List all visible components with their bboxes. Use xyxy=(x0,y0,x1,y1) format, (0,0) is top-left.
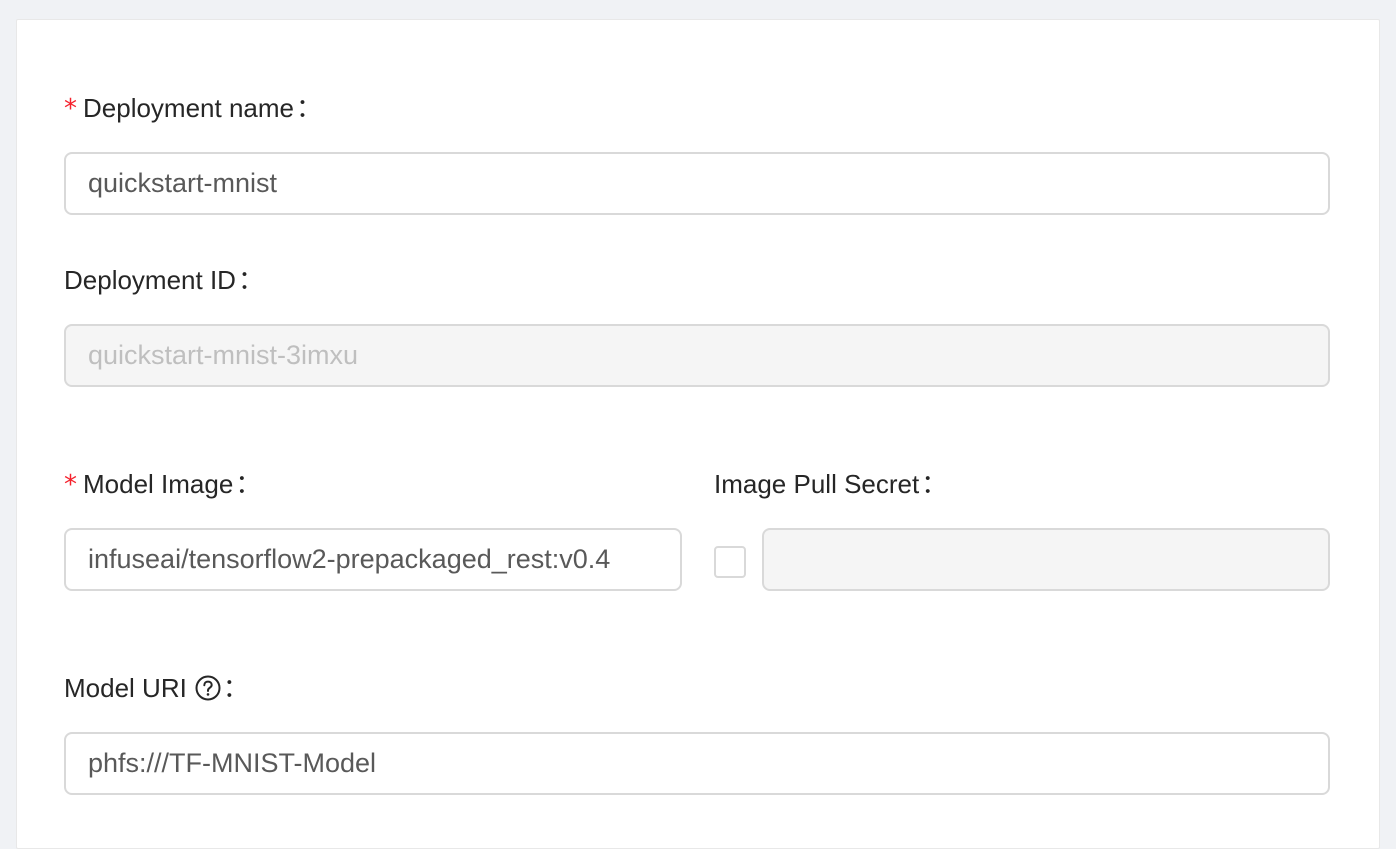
form-card xyxy=(16,19,1380,849)
model-image-input[interactable]: infuseai/tensorflow2-prepackaged_rest:v0… xyxy=(64,528,682,591)
deployment-name-value: quickstart-mnist xyxy=(88,168,278,198)
label-colon: ： xyxy=(296,93,323,123)
label-colon: ： xyxy=(237,265,264,295)
model-uri-input[interactable]: phfs:///TF-MNIST-Model xyxy=(64,732,1330,795)
deployment-id-input: quickstart-mnist-3imxu xyxy=(64,324,1330,387)
deployment-id-value: quickstart-mnist-3imxu xyxy=(88,340,359,370)
required-mark: * xyxy=(64,470,77,500)
image-pull-secret-input xyxy=(762,528,1330,591)
required-mark: * xyxy=(64,94,77,124)
label-colon: ： xyxy=(921,469,948,499)
model-uri-label-text: Model URI xyxy=(64,673,187,703)
image-pull-secret-checkbox[interactable] xyxy=(714,546,746,578)
deployment-name-label-text: Deployment name xyxy=(83,93,294,123)
deployment-id-label: Deployment ID： xyxy=(64,264,264,296)
model-image-label: * Model Image： xyxy=(64,468,261,501)
deployment-name-label: * Deployment name： xyxy=(64,92,322,125)
label-colon: ： xyxy=(222,673,249,703)
label-colon: ： xyxy=(235,469,262,499)
image-pull-secret-label-text: Image Pull Secret xyxy=(714,469,920,499)
deployment-name-input[interactable]: quickstart-mnist xyxy=(64,152,1330,215)
model-uri-label: Model URI ： xyxy=(64,672,249,704)
image-pull-secret-label: Image Pull Secret： xyxy=(714,468,947,500)
question-circle-icon[interactable] xyxy=(195,675,221,701)
model-image-label-text: Model Image xyxy=(83,469,234,499)
model-uri-value: phfs:///TF-MNIST-Model xyxy=(88,748,377,778)
deployment-id-label-text: Deployment ID xyxy=(64,265,236,295)
model-image-value: infuseai/tensorflow2-prepackaged_rest:v0… xyxy=(88,544,611,574)
